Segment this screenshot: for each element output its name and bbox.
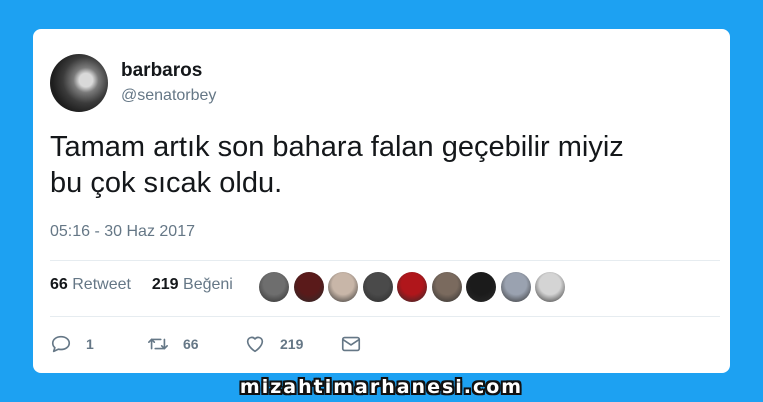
liker-avatar[interactable] (362, 272, 393, 302)
liker-avatar[interactable] (500, 272, 531, 302)
liker-avatar[interactable] (259, 272, 289, 302)
reply-icon (51, 335, 71, 353)
tweet-text: Tamam artık son bahara falan geçebilir m… (50, 131, 624, 199)
retweets-label: Retweet (72, 276, 131, 293)
likes-label: Beğeni (183, 276, 233, 293)
engagement-stats: 66 Retweet 219 Beğeni (50, 276, 233, 294)
liker-avatar[interactable] (328, 272, 358, 302)
retweet-count: 66 (183, 336, 199, 352)
watermark: mizahtimarhanesi.com (239, 376, 524, 398)
message-icon (341, 336, 361, 352)
retweets-count: 66 (50, 276, 68, 293)
like-icon (246, 336, 264, 353)
divider (50, 260, 720, 261)
reply-button[interactable]: 1 (50, 330, 94, 358)
liker-avatar[interactable] (535, 272, 565, 302)
author-avatar[interactable] (50, 54, 108, 112)
retweet-button[interactable]: 66 (147, 330, 199, 358)
liker-avatar[interactable] (293, 272, 324, 302)
divider (50, 316, 720, 317)
tweet-card: barbaros @senatorbey Tamam artık son bah… (33, 29, 730, 373)
likes-count: 219 (151, 276, 179, 293)
retweets-stat[interactable]: 66 Retweet (50, 276, 135, 293)
liker-avatar[interactable] (466, 272, 496, 302)
tweet-timestamp[interactable]: 05:16 - 30 Haz 2017 (50, 223, 195, 241)
liker-avatar[interactable] (397, 272, 427, 302)
likes-stat[interactable]: 219 Beğeni (152, 276, 233, 293)
retweet-icon (148, 338, 168, 350)
liker-avatar[interactable] (431, 272, 462, 302)
like-count: 219 (280, 336, 304, 352)
author-name[interactable]: barbaros (121, 60, 202, 82)
like-button[interactable]: 219 (244, 330, 303, 358)
author-handle[interactable]: @senatorbey (121, 87, 216, 105)
reply-count: 1 (86, 336, 94, 352)
message-button[interactable] (340, 330, 376, 358)
